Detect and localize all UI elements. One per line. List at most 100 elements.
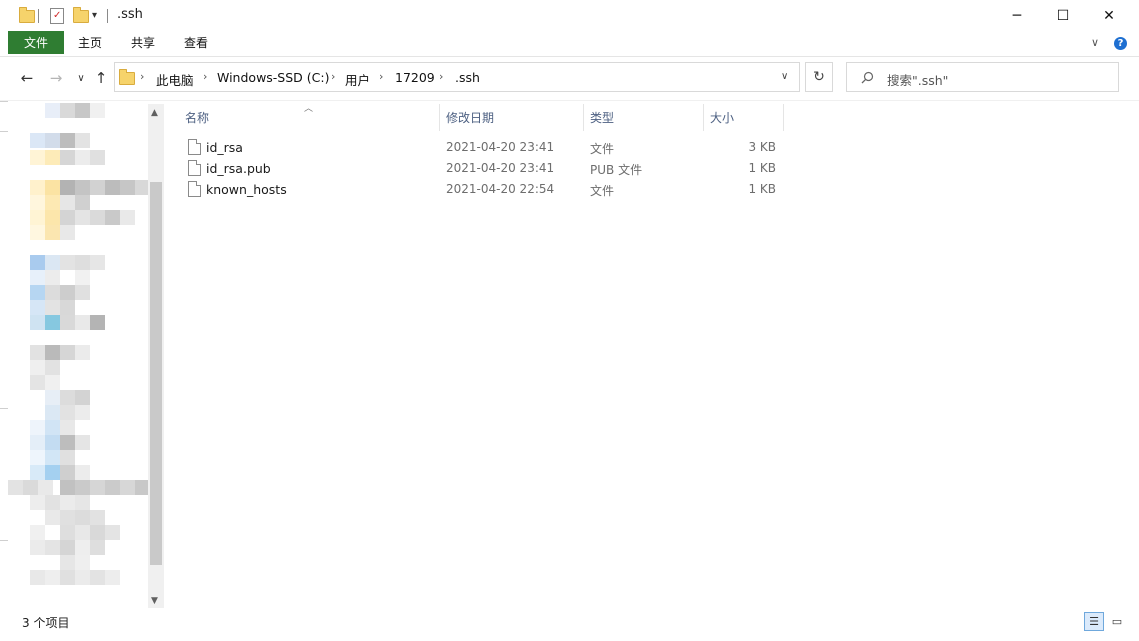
redacted-block [60,525,75,540]
properties-icon[interactable]: ✓ [50,8,64,24]
recent-locations-button[interactable]: ∨ [70,66,92,90]
refresh-button[interactable]: ↻ [805,62,833,92]
breadcrumb-current[interactable]: .ssh [455,70,480,85]
close-button[interactable]: ✕ [1086,0,1132,31]
breadcrumb-this-pc[interactable]: 此电脑 [156,70,194,89]
redacted-block [30,570,45,585]
breadcrumb-drive[interactable]: Windows-SSD (C:) [217,70,329,85]
redacted-block [30,525,45,540]
expand-ribbon-icon[interactable]: ∨ [1091,36,1099,49]
column-divider[interactable] [583,104,584,131]
scrollbar-thumb[interactable] [150,182,162,565]
redacted-block [75,210,90,225]
redacted-block [75,150,90,165]
redacted-block [60,103,75,118]
forward-button[interactable]: → [45,66,67,90]
redacted-block [30,315,45,330]
maximize-button[interactable]: ☐ [1040,0,1086,31]
redacted-block [60,315,75,330]
file-row[interactable]: known_hosts 2021-04-20 22:54 文件 1 KB [180,179,780,200]
file-name[interactable]: known_hosts [206,182,287,197]
redacted-block [60,420,75,435]
back-button[interactable]: ← [16,66,38,90]
tab-file[interactable]: 文件 [8,31,64,54]
redacted-block [60,225,75,240]
search-placeholder: 搜索".ssh" [887,73,949,88]
file-size: 1 KB [748,182,776,196]
scroll-up-icon[interactable]: ▲ [151,108,158,118]
divider [0,131,8,132]
redacted-block [23,480,38,495]
redacted-block [45,540,60,555]
column-divider[interactable] [783,104,784,131]
divider [107,9,108,23]
redacted-block [60,540,75,555]
redacted-block [30,360,45,375]
redacted-block [45,150,60,165]
redacted-block [90,150,105,165]
minimize-button[interactable]: ─ [994,0,1040,31]
redacted-block [60,390,75,405]
redacted-block [90,525,105,540]
redacted-block [45,255,60,270]
redacted-block [30,133,45,148]
redacted-block [60,465,75,480]
redacted-block [60,480,75,495]
ribbon [0,31,1139,56]
redacted-block [105,570,120,585]
column-header-size[interactable]: 大小 [710,104,734,131]
redacted-block [75,405,90,420]
redacted-block [75,570,90,585]
redacted-block [75,133,90,148]
redacted-block [30,270,45,285]
redacted-block [60,510,75,525]
redacted-block [60,405,75,420]
chevron-right-icon[interactable]: › [203,70,207,83]
column-divider[interactable] [439,104,440,131]
divider [0,56,1139,57]
large-icons-view-icon[interactable]: ▭ [1107,612,1127,631]
file-name[interactable]: id_rsa.pub [206,161,271,176]
up-button[interactable]: ↑ [90,66,112,90]
redacted-block [30,210,45,225]
redacted-block [75,315,90,330]
file-name[interactable]: id_rsa [206,140,243,155]
column-header-name[interactable]: 名称 [185,104,209,131]
breadcrumb-user[interactable]: 17209 [395,70,435,85]
file-row[interactable]: id_rsa 2021-04-20 23:41 文件 3 KB [180,137,780,158]
redacted-block [45,345,60,360]
new-folder-icon[interactable] [73,7,89,23]
redacted-block [30,435,45,450]
redacted-block [30,285,45,300]
redacted-block [75,465,90,480]
redacted-block [75,270,90,285]
redacted-block [45,225,60,240]
chevron-right-icon[interactable]: › [379,70,383,83]
redacted-block [60,300,75,315]
tab-share[interactable]: 共享 [131,31,155,54]
redacted-block [45,510,60,525]
tab-home[interactable]: 主页 [78,31,102,54]
redacted-block [105,480,120,495]
column-header-type[interactable]: 类型 [590,104,614,131]
chevron-right-icon[interactable]: › [331,70,335,83]
breadcrumb-users[interactable]: 用户 [345,70,370,89]
navigation-pane[interactable] [8,103,150,600]
divider [0,540,8,541]
details-view-icon[interactable]: ☰ [1084,612,1104,631]
chevron-right-icon[interactable]: › [439,70,443,83]
scroll-down-icon[interactable]: ▼ [151,596,158,606]
help-icon[interactable]: ? [1114,37,1127,50]
customize-quick-access-icon[interactable]: ▾ [92,10,97,21]
address-dropdown-icon[interactable]: ∨ [781,71,788,82]
redacted-block [45,103,60,118]
divider [0,100,1139,101]
file-row[interactable]: id_rsa.pub 2021-04-20 23:41 PUB 文件 1 KB [180,158,780,179]
redacted-block [45,435,60,450]
column-header-modified[interactable]: 修改日期 [446,104,494,131]
redacted-block [60,255,75,270]
file-modified: 2021-04-20 23:41 [446,140,555,154]
tab-view[interactable]: 查看 [184,31,208,54]
column-divider[interactable] [703,104,704,131]
chevron-right-icon[interactable]: › [140,70,144,83]
